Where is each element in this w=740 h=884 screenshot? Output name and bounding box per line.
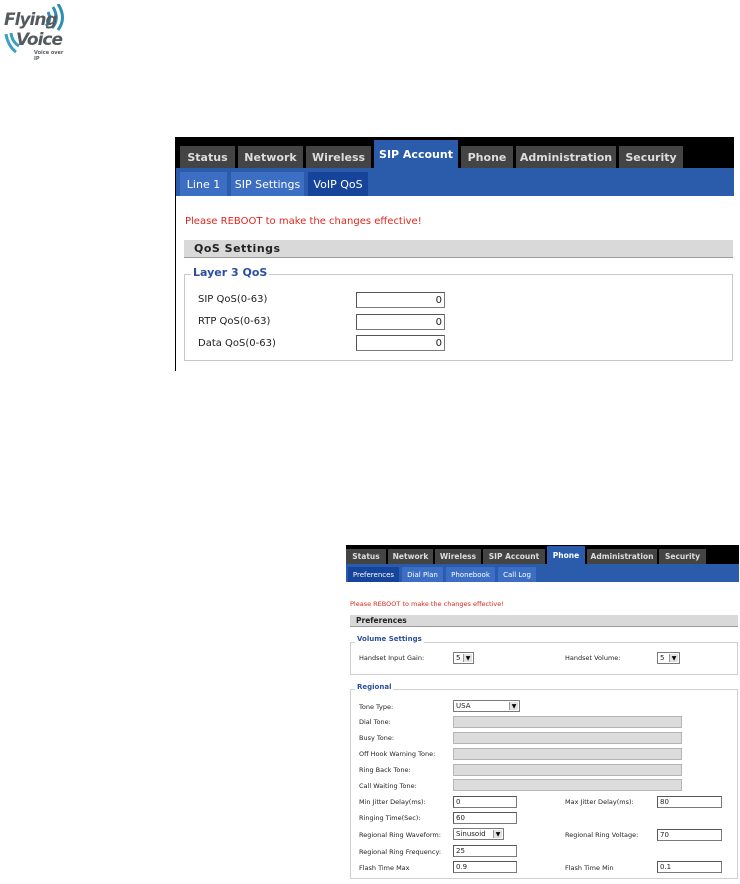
call-waiting-tone-label: Call Waiting Tone:	[359, 782, 417, 790]
chevron-down-icon: ▼	[493, 830, 502, 838]
phone-reboot-notice: Please REBOOT to make the changes effect…	[350, 600, 504, 608]
regional-ring-waveform-label: Regional Ring Waveform:	[359, 831, 441, 839]
phone-tab-sip-account[interactable]: SIP Account	[483, 549, 545, 564]
preferences-header: Preferences	[350, 615, 738, 627]
regional-ring-voltage-label: Regional Ring Voltage:	[565, 831, 639, 839]
max-jitter-delay-label: Max Jitter Delay(ms):	[565, 798, 634, 806]
busy-tone-input	[453, 732, 682, 744]
subtab-dial-plan[interactable]: Dial Plan	[402, 567, 443, 582]
logo-tagline: Voice over IP	[34, 50, 64, 62]
logo-word-flying: Flying	[4, 10, 58, 30]
tab-network[interactable]: Network	[238, 146, 303, 168]
tab-status[interactable]: Status	[180, 146, 235, 168]
max-jitter-delay-input[interactable]: 80	[657, 796, 722, 808]
phone-sub-tab-bar: Preferences Dial Plan Phonebook Call Log	[346, 564, 739, 582]
phone-main-tab-bar: Status Network Wireless SIP Account Phon…	[346, 545, 739, 564]
handset-input-gain-label: Handset Input Gain:	[359, 654, 425, 662]
subtab-sip-settings[interactable]: SIP Settings	[231, 172, 304, 196]
min-jitter-delay-label: Min Jitter Delay(ms):	[359, 798, 426, 806]
flyingvoice-logo: Flying Voice Voice over IP	[4, 4, 68, 62]
ringing-time-input[interactable]: 60	[453, 812, 517, 824]
tone-type-select[interactable]: USA ▼	[453, 700, 520, 712]
min-jitter-delay-input[interactable]: 0	[453, 796, 517, 808]
flash-time-min-label: Flash Time Min	[565, 864, 614, 872]
busy-tone-label: Busy Tone:	[359, 734, 395, 742]
tab-phone[interactable]: Phone	[461, 146, 513, 168]
subtab-voip-qos[interactable]: VoIP QoS	[308, 172, 368, 196]
subtab-phonebook[interactable]: Phonebook	[446, 567, 495, 582]
tone-type-value: USA	[456, 702, 471, 710]
regional-ring-frequency-label: Regional Ring Frequency:	[359, 848, 442, 856]
volume-settings-legend: Volume Settings	[355, 635, 424, 643]
handset-input-gain-select[interactable]: 5 ▼	[453, 652, 474, 664]
phone-tab-status[interactable]: Status	[346, 549, 386, 564]
phone-panel: Status Network Wireless SIP Account Phon…	[346, 545, 739, 879]
phone-tab-wireless[interactable]: Wireless	[435, 549, 481, 564]
regional-ring-waveform-select[interactable]: Sinusoid ▼	[453, 828, 504, 840]
ringing-time-label: Ringing Time(Sec):	[359, 814, 421, 822]
flash-time-max-input[interactable]: 0.9	[453, 861, 517, 873]
handset-input-gain-value: 5	[456, 654, 461, 662]
chevron-down-icon: ▼	[463, 654, 472, 662]
data-qos-label: Data QoS(0-63)	[198, 338, 276, 349]
tab-wireless[interactable]: Wireless	[306, 146, 371, 168]
subtab-line-1[interactable]: Line 1	[180, 172, 227, 196]
sip-qos-input[interactable]: 0	[356, 292, 445, 308]
regional-legend: Regional	[355, 683, 394, 691]
subtab-call-log[interactable]: Call Log	[498, 567, 536, 582]
phone-tab-administration[interactable]: Administration	[587, 549, 657, 564]
ring-back-tone-label: Ring Back Tone:	[359, 766, 411, 774]
layer3-qos-legend: Layer 3 QoS	[191, 266, 270, 279]
chevron-down-icon: ▼	[509, 702, 518, 710]
phone-tab-security[interactable]: Security	[659, 549, 706, 564]
regional-ring-voltage-input[interactable]: 70	[657, 829, 722, 841]
tone-type-label: Tone Type:	[359, 703, 394, 711]
regional-ring-waveform-value: Sinusoid	[456, 830, 486, 838]
call-waiting-tone-input	[453, 779, 682, 791]
dial-tone-label: Dial Tone:	[359, 718, 391, 726]
rtp-qos-label: RTP QoS(0-63)	[198, 316, 271, 327]
logo-word-voice: Voice	[16, 30, 63, 50]
qos-settings-header: QoS Settings	[184, 240, 733, 258]
phone-tab-phone[interactable]: Phone	[547, 546, 585, 564]
handset-volume-label: Handset Volume:	[565, 654, 621, 662]
rtp-qos-input[interactable]: 0	[356, 314, 445, 330]
ring-back-tone-input	[453, 764, 682, 776]
tab-administration[interactable]: Administration	[516, 146, 616, 168]
tab-security[interactable]: Security	[619, 146, 683, 168]
sip-account-panel: Status Network Wireless SIP Account Phon…	[176, 137, 734, 370]
handset-volume-value: 5	[660, 654, 665, 662]
sub-tab-bar: Line 1 SIP Settings VoIP QoS	[176, 168, 734, 196]
subtab-preferences[interactable]: Preferences	[348, 567, 399, 582]
tab-sip-account[interactable]: SIP Account	[374, 140, 458, 168]
handset-volume-select[interactable]: 5 ▼	[657, 652, 680, 664]
data-qos-input[interactable]: 0	[356, 335, 445, 351]
chevron-down-icon: ▼	[669, 654, 678, 662]
phone-tab-network[interactable]: Network	[388, 549, 433, 564]
main-tab-bar: Status Network Wireless SIP Account Phon…	[176, 137, 734, 168]
regional-ring-frequency-input[interactable]: 25	[453, 845, 517, 857]
flash-time-min-input[interactable]: 0.1	[657, 861, 722, 873]
reboot-notice: Please REBOOT to make the changes effect…	[185, 216, 422, 227]
sip-qos-label: SIP QoS(0-63)	[198, 294, 268, 305]
dial-tone-input	[453, 716, 682, 728]
off-hook-warning-tone-label: Off Hook Warning Tone:	[359, 750, 436, 758]
off-hook-warning-tone-input	[453, 748, 682, 760]
flash-time-max-label: Flash Time Max	[359, 864, 410, 872]
